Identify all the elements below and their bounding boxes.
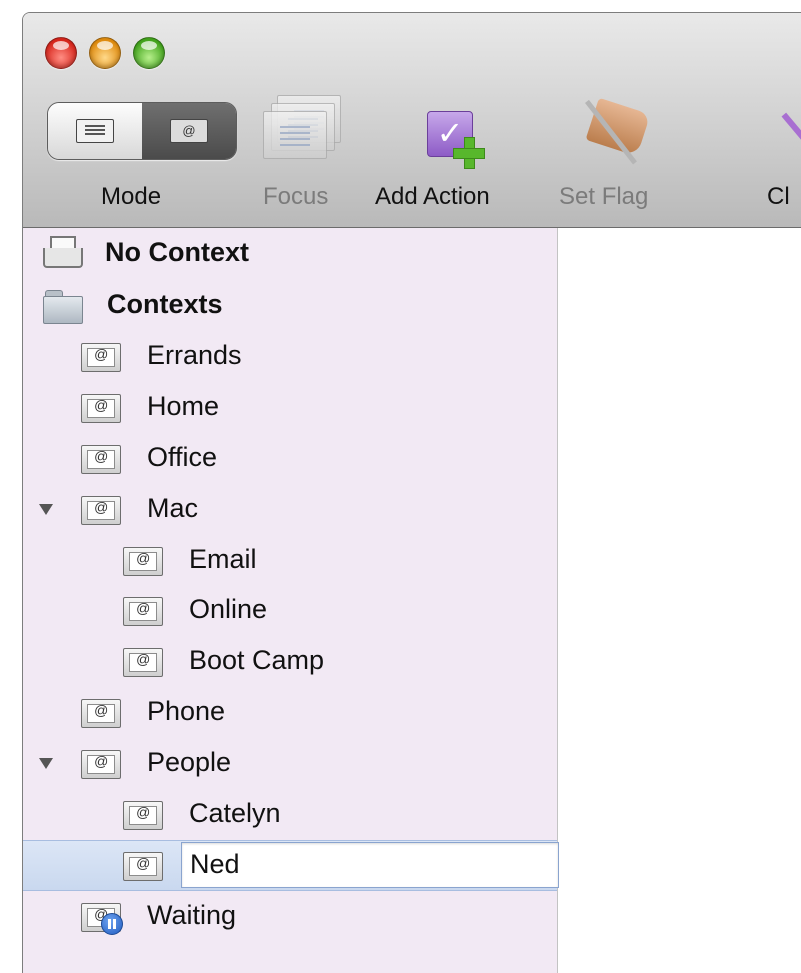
add-action-button[interactable]: ✓ <box>427 105 489 175</box>
zoom-window-button[interactable] <box>133 37 165 69</box>
toolbar: @ Mode Focus ✓ Add Action Set Flag Cl <box>23 13 801 228</box>
context-name-input[interactable] <box>182 843 530 880</box>
mode-segmented-control: @ <box>47 102 237 160</box>
minimize-window-button[interactable] <box>89 37 121 69</box>
sidebar-item-email[interactable]: Email <box>23 535 557 586</box>
context-icon <box>123 801 163 830</box>
sidebar-item-ned[interactable] <box>23 840 559 891</box>
mode-contexts-segment[interactable]: @ <box>142 103 236 159</box>
sidebar-item-label: Home <box>147 391 220 421</box>
close-window-button[interactable] <box>45 37 77 69</box>
sidebar-item-label: No Context <box>105 237 249 267</box>
sidebar-item-label: People <box>147 747 232 777</box>
sidebar-item-online[interactable]: Online <box>23 585 557 636</box>
sidebar-item-label: Errands <box>147 340 242 370</box>
set-flag-label: Set Flag <box>559 183 649 210</box>
set-flag-button[interactable] <box>571 97 651 177</box>
app-window: @ Mode Focus ✓ Add Action Set Flag Cl No… <box>22 12 801 973</box>
focus-label: Focus <box>263 183 329 210</box>
clean-up-icon[interactable] <box>781 86 801 148</box>
sidebar-item-label: Catelyn <box>189 798 281 828</box>
sidebar-item-contexts[interactable]: Contexts <box>23 280 557 331</box>
context-icon <box>123 648 163 677</box>
mode-projects-segment[interactable] <box>48 103 143 159</box>
clean-up-label: Cl <box>767 183 790 210</box>
folder-icon <box>43 290 83 324</box>
list-icon <box>76 119 114 143</box>
sidebar-item-mac[interactable]: Mac <box>23 484 557 535</box>
sidebar-item-label: Contexts <box>107 289 223 319</box>
sidebar-item-label: Office <box>147 442 218 472</box>
sidebar-item-label: Boot Camp <box>189 645 325 675</box>
flag-icon <box>585 97 651 157</box>
rename-field[interactable] <box>181 842 559 888</box>
sidebar-item-label: Waiting <box>147 900 237 930</box>
focus-button[interactable] <box>263 95 343 169</box>
inbox-tray-icon <box>43 236 83 268</box>
sidebar-item-waiting[interactable]: Waiting <box>23 891 557 942</box>
context-sidebar: No Context Contexts Errands Home Office … <box>23 228 559 973</box>
mode-label: Mode <box>101 183 162 210</box>
sidebar-item-phone[interactable]: Phone <box>23 687 557 738</box>
sidebar-item-home[interactable]: Home <box>23 382 557 433</box>
disclosure-triangle-icon[interactable] <box>39 758 53 769</box>
context-icon <box>81 699 121 728</box>
pause-badge-icon <box>101 913 123 935</box>
sidebar-item-boot-camp[interactable]: Boot Camp <box>23 636 557 687</box>
sidebar-item-office[interactable]: Office <box>23 433 557 484</box>
context-icon <box>123 597 163 626</box>
plus-icon <box>453 137 485 169</box>
sidebar-item-no-context[interactable]: No Context <box>23 228 557 279</box>
context-icon <box>81 750 121 779</box>
context-icon <box>123 852 163 881</box>
stack-icon-front <box>263 111 327 159</box>
sidebar-item-label: Online <box>189 594 268 624</box>
context-icon <box>81 496 121 525</box>
disclosure-triangle-icon[interactable] <box>39 504 53 515</box>
sidebar-item-label: Mac <box>147 493 199 523</box>
sidebar-item-people[interactable]: People <box>23 738 557 789</box>
sidebar-item-catelyn[interactable]: Catelyn <box>23 789 557 840</box>
sidebar-item-label: Email <box>189 544 257 574</box>
context-icon <box>123 547 163 576</box>
context-at-icon: @ <box>170 119 208 143</box>
context-icon <box>81 343 121 372</box>
context-icon <box>81 394 121 423</box>
context-icon <box>81 445 121 474</box>
sidebar-item-label: Phone <box>147 696 226 726</box>
sidebar-item-errands[interactable]: Errands <box>23 331 557 382</box>
add-action-label: Add Action <box>375 183 490 210</box>
